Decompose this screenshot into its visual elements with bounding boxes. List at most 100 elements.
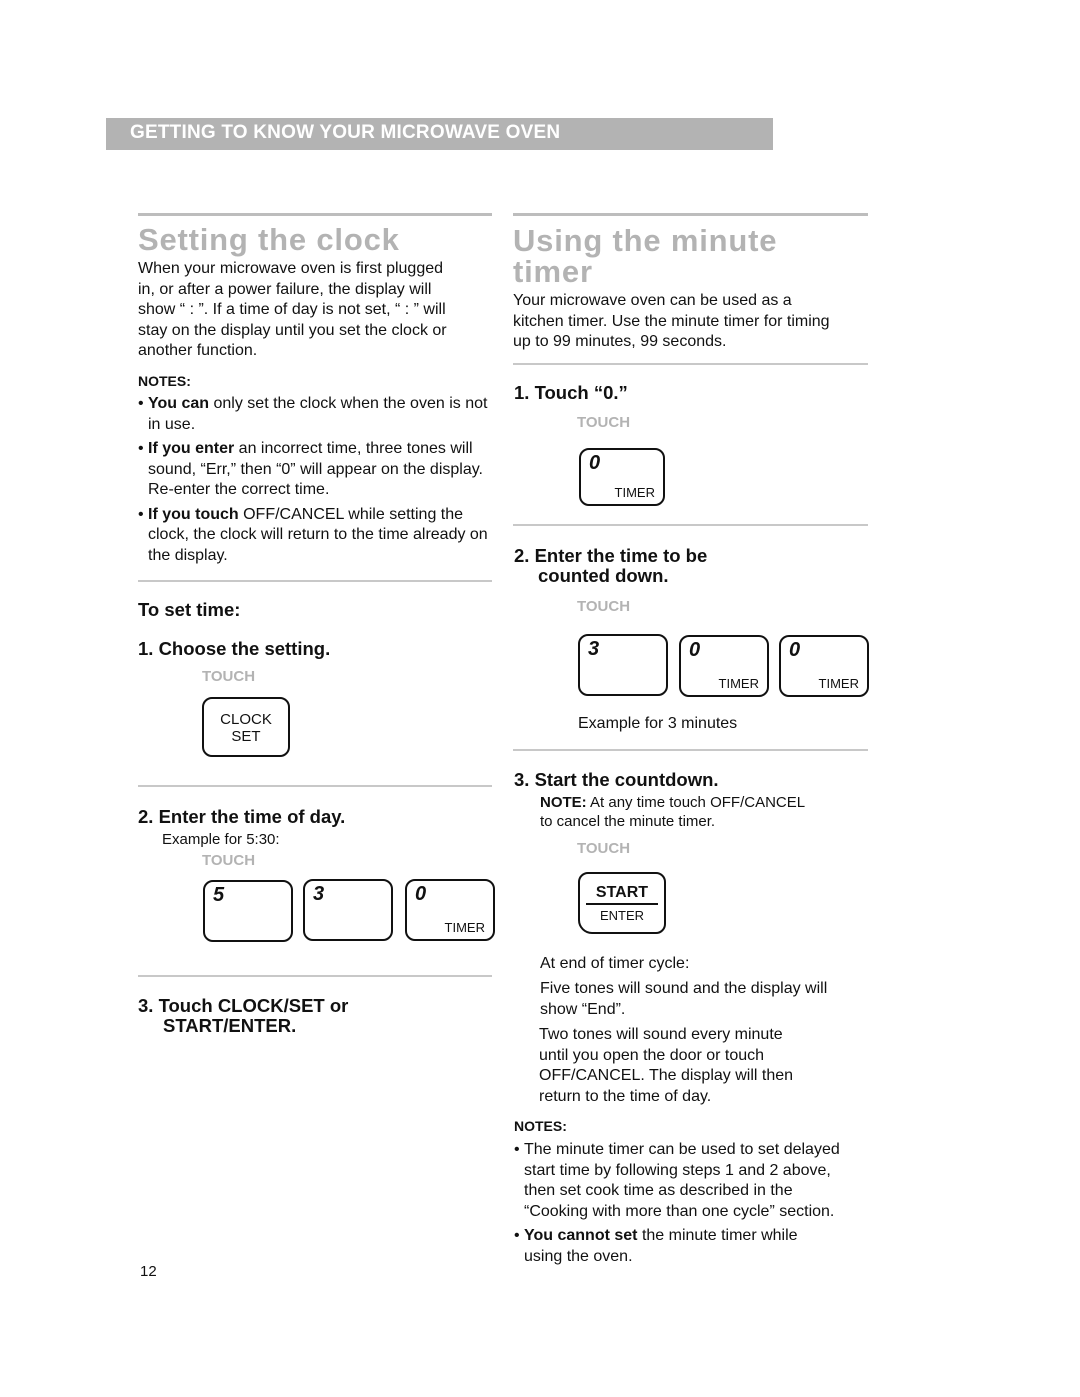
text-line: Five tones will sound and the display wi… [540,980,828,997]
text-line: return to the time of day. [539,1087,712,1105]
divider [138,785,492,787]
note-bold: You cannot set [524,1227,638,1244]
text-line: “Cooking with more than one cycle” secti… [524,1202,835,1220]
step-2-heading: 2. Enter the time of day. [138,806,346,827]
note-text: to cancel the minute timer. [540,813,716,830]
section-banner-text: GETTING TO KNOW YOUR MICROWAVE OVEN [130,122,561,143]
key-number: 0 [415,883,427,905]
key-number: 3 [313,883,325,905]
text-line: START/ENTER. [163,1015,297,1036]
divider [513,749,868,751]
divider [513,213,868,216]
key-number: 0 [789,639,801,661]
step-3-note: NOTE: At any time touch OFF/CANCEL to ca… [540,793,870,831]
text-line: then set cook time as described in the [524,1182,793,1199]
page-number: 12 [140,1263,157,1280]
touch-label: TOUCH [577,414,631,431]
section-title-clock: Setting the clock [138,222,400,257]
example-text: Example for 3 minutes [578,715,738,732]
touch-label: TOUCH [577,598,631,615]
text-line: another function. [138,342,258,359]
note-item: You cannot set the minute timer while us… [514,1226,874,1267]
key-number: 0 [689,639,701,661]
note-bold: If you touch [148,505,239,523]
text-line: 3. Touch CLOCK/SET or [138,995,349,1016]
section-title-timer: Using the minute timer [513,225,777,287]
step-1-heading: 1. Touch “0.” [514,382,628,403]
section-banner: GETTING TO KNOW YOUR MICROWAVE OVEN [106,118,773,150]
key-label: SET [231,728,261,745]
start-enter-key[interactable]: START ENTER [578,872,666,934]
note-item: If you enter an incorrect time, three to… [138,439,494,501]
note-bold: If you enter [148,440,235,457]
text-line: When your microwave oven is first plugge… [138,260,444,277]
step-3-heading: 3. Start the countdown. [514,769,719,790]
text-line: Your microwave oven can be used as a [513,292,792,309]
divider [138,975,492,977]
text-line: show “End”. [540,1000,626,1018]
number-key-0-timer[interactable]: 0 TIMER [779,635,869,697]
text-line: start time by following steps 1 and 2 ab… [524,1161,831,1179]
step-1-heading: 1. Choose the setting. [138,638,331,659]
end-paragraph-1: Five tones will sound and the display wi… [540,979,870,1020]
text-line: show “ : ”. If a time of day is not set,… [138,301,446,318]
end-heading: At end of timer cycle: [540,955,690,972]
timer-notes: The minute timer can be used to set dela… [514,1140,874,1271]
clock-intro: When your microwave oven is first plugge… [138,259,498,362]
key-number: 5 [213,884,225,906]
text-line: in, or after a power failure, the displa… [138,280,432,298]
key-number: 0 [589,452,601,474]
number-key-0-timer[interactable]: 0 TIMER [579,448,665,506]
touch-label: TOUCH [202,668,256,685]
text-line: Two tones will sound every minute [539,1026,783,1043]
text-line: up to 99 minutes, 99 seconds. [513,333,727,350]
end-paragraph-2: Two tones will sound every minute until … [539,1025,869,1107]
key-label: TIMER [444,920,485,935]
text-line: OFF/CANCEL. The display will then [539,1067,794,1084]
key-label: TIMER [818,676,859,691]
step-3-heading: 3. Touch CLOCK/SET or START/ENTER. [138,996,348,1036]
text-line: kitchen timer. Use the minute timer for … [513,312,830,330]
to-set-time-heading: To set time: [138,599,241,620]
divider [138,213,492,216]
note-item: If you touch OFF/CANCEL while setting th… [138,505,494,567]
text-line: counted down. [538,565,669,586]
divider [513,524,868,526]
title-line: timer [513,254,593,289]
note-item: You can only set the clock when the oven… [138,394,494,435]
note-bold: NOTE: [540,794,587,811]
key-divider [586,903,658,905]
notes-heading: NOTES: [138,373,191,389]
title-line: Using the minute [513,223,778,258]
number-key-5[interactable]: 5 [203,880,293,942]
notes-heading: NOTES: [514,1118,567,1134]
text-line: stay on the display until you set the cl… [138,321,447,339]
number-key-3[interactable]: 3 [578,634,668,696]
key-label: START [595,884,649,901]
text-line: using the oven. [524,1247,633,1265]
key-label: TIMER [614,485,655,500]
text-line: The minute timer can be used to set dela… [524,1141,840,1158]
key-label: CLOCK [220,711,272,728]
note-text: the minute timer while [637,1227,798,1244]
key-label: TIMER [718,676,759,691]
clock-notes: You can only set the clock when the oven… [138,394,494,570]
note-text: At any time touch OFF/CANCEL [586,794,806,811]
divider [513,363,868,365]
step-2-heading: 2. Enter the time to be counted down. [514,546,707,586]
note-item: The minute timer can be used to set dela… [514,1140,874,1222]
number-key-0-timer[interactable]: 0 TIMER [679,635,769,697]
timer-intro: Your microwave oven can be used as a kit… [513,291,873,353]
touch-label: TOUCH [202,852,256,869]
touch-label: TOUCH [577,840,631,857]
text-line: until you open the door or touch [539,1046,765,1064]
text-line: 2. Enter the time to be [514,545,708,566]
divider [138,580,492,582]
number-key-3[interactable]: 3 [303,879,393,941]
clock-set-key[interactable]: CLOCK SET [202,697,290,757]
example-text: Example for 5:30: [162,831,280,848]
key-number: 3 [588,638,600,660]
note-bold: You can [148,395,210,412]
key-label: ENTER [599,908,645,923]
number-key-0-timer[interactable]: 0 TIMER [405,879,495,941]
